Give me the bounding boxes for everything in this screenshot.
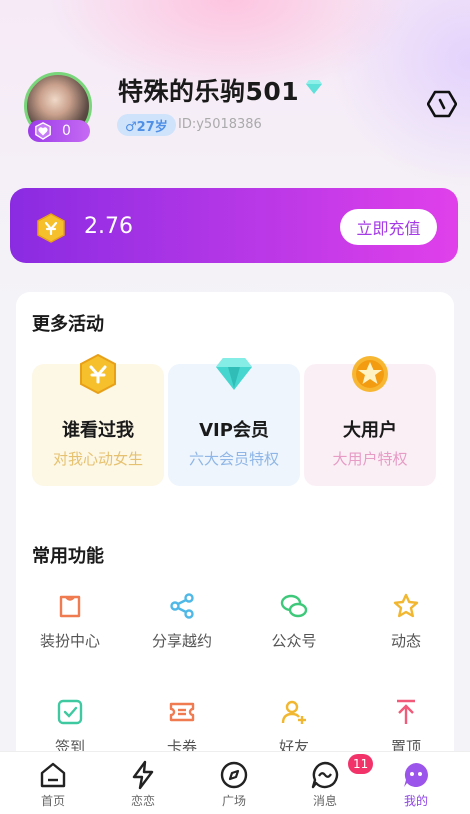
- nav-label: 恋恋: [130, 794, 155, 808]
- function-label: 分享越约: [151, 632, 212, 650]
- check-icon: [57, 699, 83, 725]
- settings-icon[interactable]: [427, 89, 457, 119]
- nav-home[interactable]: 首页: [23, 760, 83, 809]
- balance-card: 2.76 立即充值: [10, 188, 458, 263]
- message-icon: [311, 761, 339, 789]
- nav-square[interactable]: 广场: [204, 760, 264, 809]
- activity-card-subtitle: 对我心动女生: [52, 450, 143, 468]
- function-moments[interactable]: 动态: [351, 592, 461, 651]
- recharge-button[interactable]: 立即充值: [340, 209, 437, 245]
- nickname: 特殊的乐驹501: [118, 77, 300, 106]
- function-share[interactable]: 分享越约: [127, 592, 237, 651]
- function-label: 动态: [390, 632, 421, 650]
- function-label: 公众号: [271, 632, 317, 650]
- activity-card-title: 大用户: [343, 420, 397, 441]
- home-icon: [40, 762, 66, 788]
- message-count-badge: 11: [348, 754, 374, 774]
- chat-bubbles-icon: [280, 594, 308, 618]
- age-badge: ♂27岁: [117, 114, 176, 136]
- heart-badge-count: 0: [62, 123, 71, 139]
- coin-icon: [80, 354, 116, 394]
- heart-icon: [35, 122, 51, 140]
- vip-diamond-icon: [306, 80, 322, 94]
- balance-amount: 2.76: [84, 214, 133, 239]
- add-user-icon: [281, 700, 306, 724]
- shirt-icon: [59, 595, 81, 618]
- function-dress-center[interactable]: 装扮中心: [15, 592, 125, 651]
- activity-card-subtitle: 大用户特权: [332, 450, 408, 468]
- diamond-icon: [216, 358, 252, 390]
- bottom-nav: 首页 恋恋 广场 消息 我的: [0, 751, 470, 814]
- ticket-icon: [169, 702, 195, 722]
- star-badge-icon: [352, 356, 388, 392]
- activity-card-subtitle: 六大会员特权: [188, 450, 279, 468]
- star-icon: [393, 593, 419, 618]
- profile-face-icon: [404, 763, 428, 787]
- function-pin-top[interactable]: 置顶: [351, 698, 461, 757]
- nav-mine[interactable]: 我的: [386, 760, 446, 809]
- function-check-in[interactable]: 签到: [15, 698, 125, 757]
- function-label: 装扮中心: [39, 632, 100, 650]
- compass-icon: [220, 761, 248, 789]
- lightning-icon: [132, 760, 154, 790]
- nav-label: 广场: [221, 794, 246, 808]
- avatar[interactable]: 0: [24, 72, 92, 142]
- nav-love[interactable]: 恋恋: [113, 760, 173, 809]
- share-icon: [170, 593, 194, 619]
- coin-icon: [37, 213, 65, 243]
- more-activities-title: 更多活动: [32, 314, 104, 335]
- arrow-up-icon: [397, 699, 415, 724]
- heart-badge[interactable]: 0: [28, 120, 90, 142]
- function-official-account[interactable]: 公众号: [239, 592, 349, 651]
- nav-messages[interactable]: 消息: [295, 760, 355, 809]
- activity-card-title: VIP会员: [199, 420, 269, 441]
- function-coupons[interactable]: 卡券: [127, 698, 237, 757]
- nav-label: 首页: [40, 794, 65, 808]
- user-id: ID:y5018386: [178, 117, 262, 132]
- function-friends[interactable]: 好友: [239, 698, 349, 757]
- nav-label: 我的: [403, 794, 428, 808]
- nav-label: 消息: [312, 794, 337, 808]
- common-functions-title: 常用功能: [32, 546, 104, 567]
- activity-card-title: 谁看过我: [62, 420, 134, 441]
